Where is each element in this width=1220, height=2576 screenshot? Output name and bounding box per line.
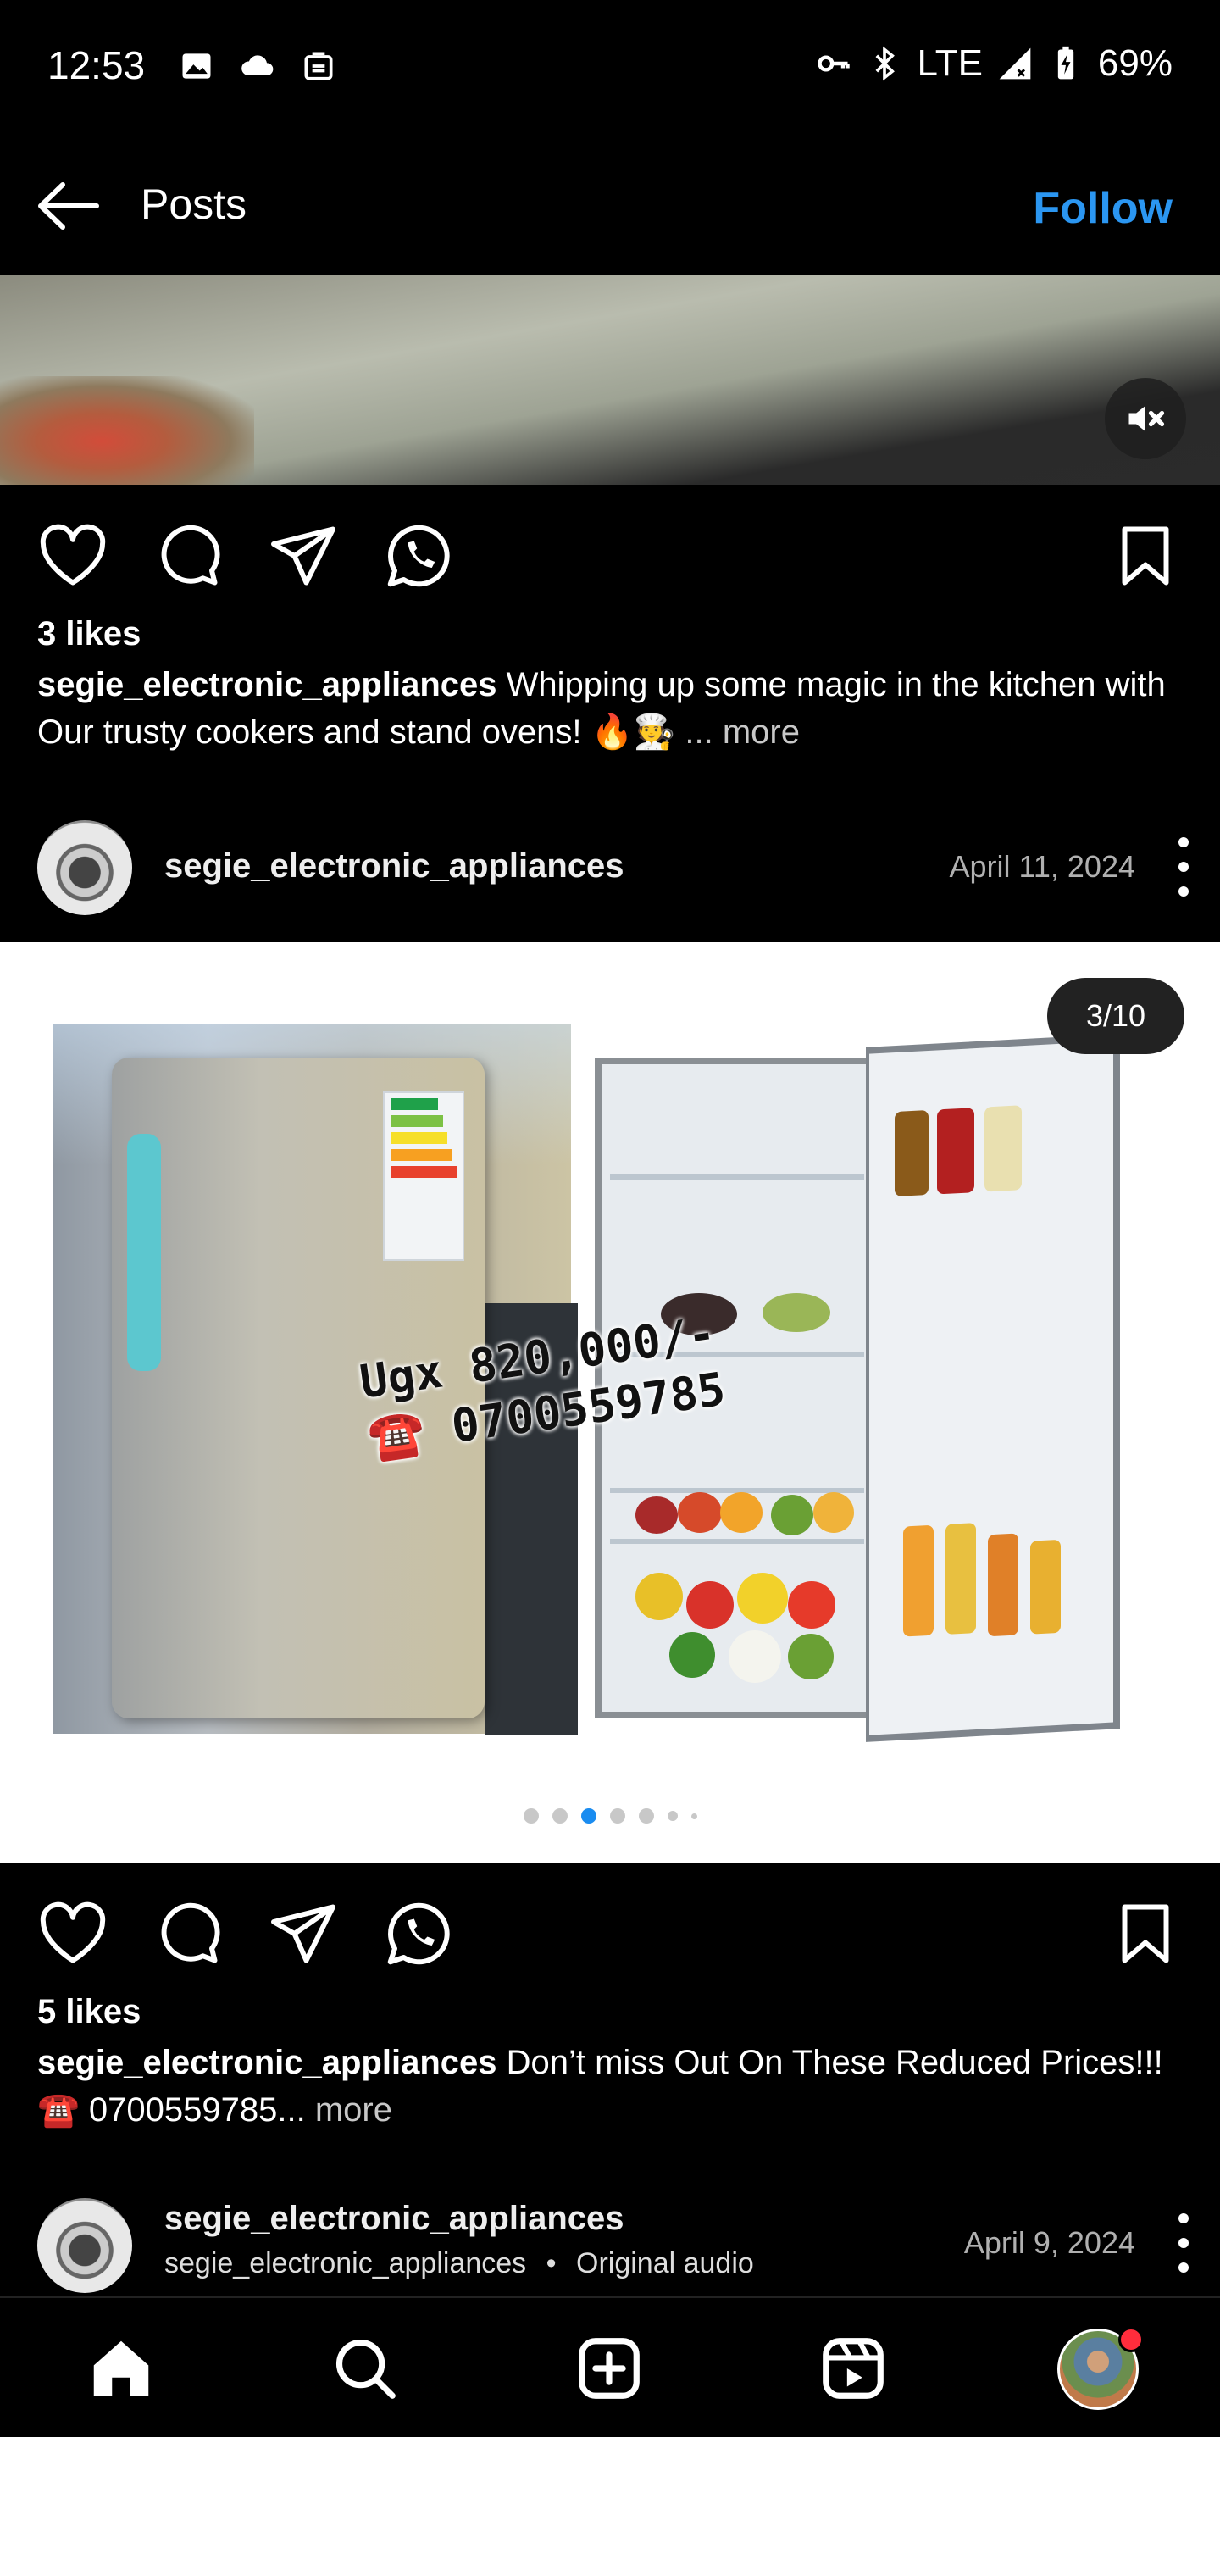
mute-button[interactable] xyxy=(1105,378,1186,459)
post-username[interactable]: segie_electronic_appliances xyxy=(164,847,624,886)
status-time: 12:53 xyxy=(47,43,146,87)
sim-alert-icon xyxy=(304,52,333,80)
avatar[interactable] xyxy=(37,820,132,915)
share-icon[interactable] xyxy=(268,520,339,591)
carousel-counter: 3/10 xyxy=(1047,978,1184,1054)
network-type: LTE xyxy=(917,42,983,84)
post-date: April 11, 2024 xyxy=(949,849,1135,884)
subtitle-separator: • xyxy=(546,2247,557,2279)
heart-icon[interactable] xyxy=(37,1898,108,1969)
avatar[interactable] xyxy=(37,2198,132,2293)
bookmark-icon[interactable] xyxy=(1110,520,1181,591)
page-title: Posts xyxy=(141,180,247,228)
vpn-key-icon xyxy=(818,55,851,72)
back-arrow-icon[interactable] xyxy=(34,176,102,236)
subtitle-username[interactable]: segie_electronic_appliances xyxy=(164,2247,526,2279)
battery-percentage: 69% xyxy=(1097,42,1173,84)
fridge-handle xyxy=(127,1134,161,1371)
comment-icon[interactable] xyxy=(152,520,224,591)
search-icon[interactable] xyxy=(329,2332,402,2405)
whatsapp-icon[interactable] xyxy=(383,1898,454,1969)
post-actions-row xyxy=(0,1879,1220,1981)
post-date: April 9, 2024 xyxy=(963,2225,1135,2260)
bookmark-icon[interactable] xyxy=(1110,1898,1181,1969)
battery-charging-icon xyxy=(1057,46,1074,80)
caption-more-link[interactable]: ... more xyxy=(675,713,800,751)
carousel-dot xyxy=(667,1811,678,1821)
heart-icon[interactable] xyxy=(37,520,108,591)
bottom-navigation xyxy=(0,2296,1220,2437)
carousel-dot xyxy=(609,1808,625,1824)
reels-icon[interactable] xyxy=(817,2332,890,2405)
carousel-dot xyxy=(690,1813,697,1819)
carousel-dot xyxy=(523,1808,539,1824)
system-navigation-area xyxy=(0,2437,1220,2576)
whatsapp-icon[interactable] xyxy=(383,520,454,591)
fridge-door xyxy=(866,1034,1120,1742)
video-post-media[interactable] xyxy=(0,275,1220,485)
carousel-dot xyxy=(638,1808,654,1824)
post-subtitle: segie_electronic_appliances • Original a… xyxy=(164,2247,754,2280)
photo-notification-icon xyxy=(182,53,211,79)
carousel-dot-active xyxy=(580,1808,596,1824)
share-icon[interactable] xyxy=(268,1898,339,1969)
carousel-indicator xyxy=(0,1808,1220,1824)
post-username[interactable]: segie_electronic_appliances xyxy=(164,2200,624,2238)
more-options-icon[interactable] xyxy=(1171,837,1196,897)
signal-icon xyxy=(999,47,1031,80)
create-icon[interactable] xyxy=(573,2332,646,2405)
cloud-icon xyxy=(241,55,274,75)
more-options-icon[interactable] xyxy=(1171,2213,1196,2273)
post-caption: segie_electronic_appliances Whipping up … xyxy=(37,661,1190,756)
post-caption: segie_electronic_appliances Don’t miss O… xyxy=(37,2039,1190,2134)
notification-dot xyxy=(1118,2327,1144,2352)
top-app-bar: Posts Follow xyxy=(0,136,1220,275)
post-actions-row xyxy=(0,502,1220,603)
post-header: segie_electronic_appliances April 11, 20… xyxy=(0,810,1220,920)
caption-more-link[interactable]: more xyxy=(306,2091,392,2129)
video-frame-food xyxy=(0,376,254,485)
likes-count[interactable]: 5 likes xyxy=(37,1993,141,2031)
post-header: segie_electronic_appliances segie_electr… xyxy=(0,2188,1220,2298)
status-bar: 12:53 LTE 69% xyxy=(0,0,1220,136)
muted-speaker-icon xyxy=(1128,405,1165,432)
original-audio-link[interactable]: Original audio xyxy=(576,2247,754,2279)
likes-count[interactable]: 3 likes xyxy=(37,615,141,653)
caption-username[interactable]: segie_electronic_appliances xyxy=(37,666,497,703)
follow-button[interactable]: Follow xyxy=(1033,183,1173,234)
home-icon[interactable] xyxy=(85,2332,158,2405)
carousel-dot xyxy=(552,1808,568,1824)
caption-username[interactable]: segie_electronic_appliances xyxy=(37,2044,497,2081)
carousel-post-media[interactable]: Ugx 820,000/- ☎️ 0700559785 3/10 xyxy=(0,942,1220,1863)
energy-label xyxy=(383,1091,464,1261)
comment-icon[interactable] xyxy=(152,1898,224,1969)
bluetooth-icon xyxy=(876,46,896,81)
